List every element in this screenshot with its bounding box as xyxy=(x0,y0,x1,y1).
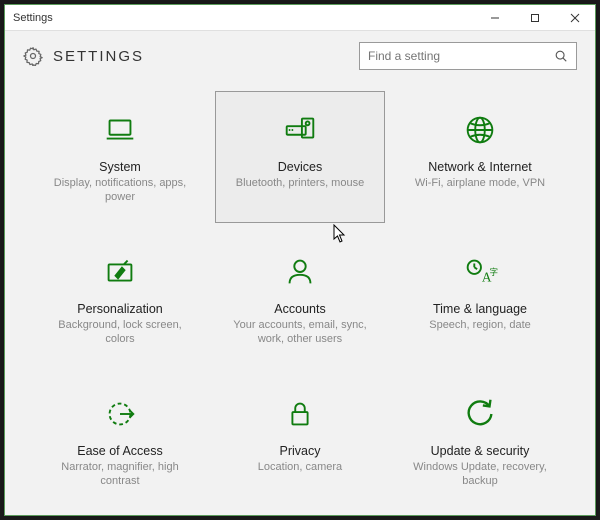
tile-subtitle: Your accounts, email, sync, work, other … xyxy=(216,318,384,347)
tile-devices[interactable]: Devices Bluetooth, printers, mouse xyxy=(215,91,385,223)
tile-subtitle: Location, camera xyxy=(246,460,354,474)
maximize-button[interactable] xyxy=(515,5,555,31)
tile-subtitle: Bluetooth, printers, mouse xyxy=(224,176,376,190)
lock-icon xyxy=(280,394,320,434)
refresh-icon xyxy=(460,394,500,434)
header: SETTINGS xyxy=(5,31,595,81)
search-input[interactable] xyxy=(368,49,554,63)
devices-icon xyxy=(280,110,320,150)
tile-title: Time & language xyxy=(433,302,527,316)
tile-title: Accounts xyxy=(274,302,325,316)
person-icon xyxy=(280,252,320,292)
laptop-icon xyxy=(100,110,140,150)
tile-title: Ease of Access xyxy=(77,444,162,458)
tile-subtitle: Speech, region, date xyxy=(417,318,543,332)
tile-subtitle: Background, lock screen, colors xyxy=(36,318,204,347)
globe-icon xyxy=(460,110,500,150)
paint-icon xyxy=(100,252,140,292)
tile-time-language[interactable]: A 字 Time & language Speech, region, date xyxy=(395,233,565,365)
tile-subtitle: Narrator, magnifier, high contrast xyxy=(36,460,204,489)
tile-privacy[interactable]: Privacy Location, camera xyxy=(215,375,385,507)
minimize-button[interactable] xyxy=(475,5,515,31)
tile-accounts[interactable]: Accounts Your accounts, email, sync, wor… xyxy=(215,233,385,365)
tile-system[interactable]: System Display, notifications, apps, pow… xyxy=(35,91,205,223)
tile-title: Update & security xyxy=(431,444,530,458)
tile-title: Network & Internet xyxy=(428,160,532,174)
tile-subtitle: Windows Update, recovery, backup xyxy=(396,460,564,489)
tile-ease-of-access[interactable]: Ease of Access Narrator, magnifier, high… xyxy=(35,375,205,507)
tile-update-security[interactable]: Update & security Windows Update, recove… xyxy=(395,375,565,507)
category-grid: System Display, notifications, apps, pow… xyxy=(35,91,565,507)
tile-personalization[interactable]: Personalization Background, lock screen,… xyxy=(35,233,205,365)
tile-title: System xyxy=(99,160,141,174)
content-area: System Display, notifications, apps, pow… xyxy=(5,81,595,515)
gear-icon xyxy=(23,46,43,66)
titlebar-buttons xyxy=(475,5,595,31)
time-language-icon: A 字 xyxy=(460,252,500,292)
tile-network[interactable]: Network & Internet Wi-Fi, airplane mode,… xyxy=(395,91,565,223)
search-box[interactable] xyxy=(359,42,577,70)
tile-title: Devices xyxy=(278,160,322,174)
titlebar: Settings xyxy=(5,5,595,31)
window-title: Settings xyxy=(13,12,475,24)
svg-text:字: 字 xyxy=(490,266,499,277)
tile-title: Personalization xyxy=(77,302,162,316)
tile-title: Privacy xyxy=(280,444,321,458)
tile-subtitle: Wi-Fi, airplane mode, VPN xyxy=(403,176,557,190)
settings-window: Settings SETTINGS xyxy=(4,4,596,516)
search-icon xyxy=(554,49,568,63)
tile-subtitle: Display, notifications, apps, power xyxy=(36,176,204,205)
close-button[interactable] xyxy=(555,5,595,31)
page-title: SETTINGS xyxy=(53,48,359,65)
ease-of-access-icon xyxy=(100,394,140,434)
